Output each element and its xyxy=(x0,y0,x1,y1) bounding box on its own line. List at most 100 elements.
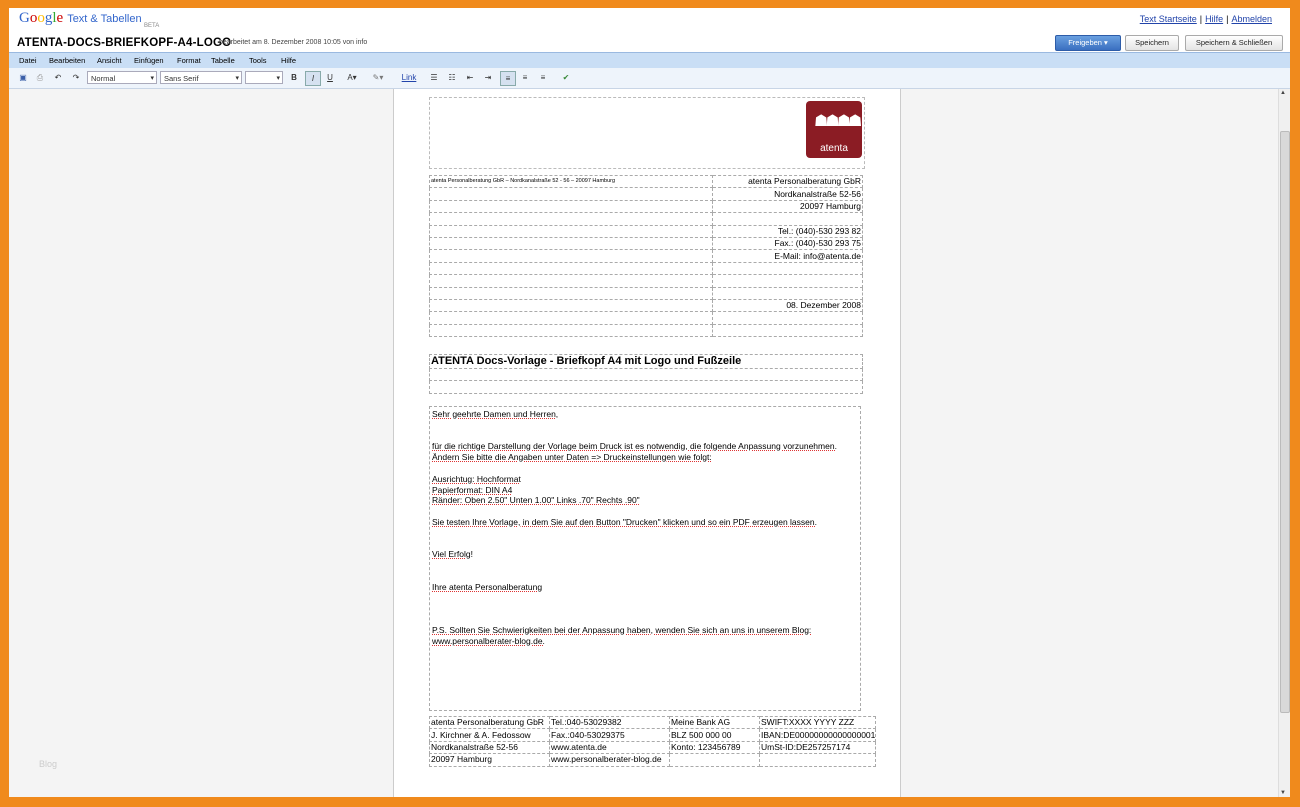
numbered-list-icon[interactable]: ☰ xyxy=(428,71,440,84)
address-left-cell[interactable] xyxy=(429,212,713,226)
scroll-up-icon[interactable]: ▲ xyxy=(1280,90,1286,96)
underline-button[interactable]: U xyxy=(324,71,336,84)
address-right-cell[interactable]: E-Mail: info@atenta.de xyxy=(712,249,863,263)
footer-cell[interactable]: Nordkanalstraße 52-56 xyxy=(429,740,550,755)
footer-cell[interactable]: UmSt-ID:DE257257174 xyxy=(759,740,876,755)
address-right-cell[interactable] xyxy=(712,212,863,226)
address-left-cell[interactable] xyxy=(429,298,713,313)
address-left-cell[interactable] xyxy=(429,323,713,338)
address-left-cell[interactable] xyxy=(429,274,713,288)
redo-icon[interactable]: ↷ xyxy=(70,71,82,84)
vertical-scrollbar[interactable]: ▲ ▼ xyxy=(1278,89,1290,797)
footer-cell[interactable]: Konto: 123456789 xyxy=(669,740,760,755)
address-left-cell[interactable] xyxy=(429,187,713,201)
align-right-icon[interactable]: ≡ xyxy=(537,71,549,84)
italic-button[interactable]: I xyxy=(305,71,321,86)
address-right-cell[interactable]: atenta Personalberatung GbR xyxy=(712,174,863,189)
bold-button[interactable]: B xyxy=(288,71,300,84)
address-right-cell[interactable] xyxy=(712,286,863,300)
align-left-icon[interactable]: ≡ xyxy=(500,71,516,86)
letter-body[interactable]: Sehr geehrte Damen und Herren, für die r… xyxy=(429,406,861,711)
indent-icon[interactable]: ⇥ xyxy=(482,71,494,84)
print-icon[interactable]: ⎙ xyxy=(34,71,46,84)
footer-cell[interactable]: J. Kirchner & A. Fedossow xyxy=(429,728,550,742)
logout-link[interactable]: Abmelden xyxy=(1231,14,1272,24)
undo-icon[interactable]: ↶ xyxy=(52,71,64,84)
table-row[interactable]: atenta Personalberatung GbR Tel.:040-5302… xyxy=(429,715,876,730)
address-left-cell[interactable] xyxy=(429,286,713,300)
table-row[interactable]: Fax.: (040)-530 293 75 xyxy=(429,236,863,251)
home-link[interactable]: Text Startseite xyxy=(1140,14,1197,24)
menu-tools[interactable]: Tools xyxy=(249,56,267,65)
table-row[interactable] xyxy=(429,261,863,276)
table-row[interactable]: Nordkanalstraße 52-56 xyxy=(429,187,863,201)
table-row[interactable]: J. Kirchner & A. Fedossow Fax.:040-530293… xyxy=(429,728,876,742)
address-right-cell[interactable]: Tel.: (040)-530 293 82 xyxy=(712,224,863,238)
address-right-cell[interactable]: Fax.: (040)-530 293 75 xyxy=(712,236,863,251)
scrollbar-thumb[interactable] xyxy=(1280,131,1290,713)
menu-help[interactable]: Hilfe xyxy=(281,56,296,65)
menu-edit[interactable]: Bearbeiten xyxy=(49,56,85,65)
address-left-cell[interactable] xyxy=(429,199,713,214)
text-color-icon[interactable]: A▾ xyxy=(342,71,362,84)
table-row[interactable] xyxy=(429,380,863,394)
address-left-cell[interactable] xyxy=(429,236,713,251)
footer-cell[interactable]: www.personalberater-blog.de xyxy=(549,753,670,767)
table-row[interactable] xyxy=(429,323,863,338)
bullet-list-icon[interactable]: ☷ xyxy=(446,71,458,84)
table-row[interactable]: 20097 Hamburg xyxy=(429,199,863,214)
table-row[interactable] xyxy=(429,286,863,300)
footer-cell[interactable]: Meine Bank AG xyxy=(669,715,760,730)
link-button[interactable]: Link xyxy=(399,71,419,84)
address-left-cell[interactable] xyxy=(429,261,713,276)
size-select[interactable] xyxy=(245,71,283,85)
style-select[interactable]: Normal xyxy=(87,71,157,85)
save-icon[interactable]: ▣ xyxy=(17,71,29,84)
menu-format[interactable]: Format xyxy=(177,56,201,65)
address-right-cell[interactable] xyxy=(712,323,863,338)
footer-cell[interactable]: SWIFT:XXXX YYYY ZZZ xyxy=(759,715,876,730)
table-row[interactable]: E-Mail: info@atenta.de xyxy=(429,249,863,263)
address-right-cell[interactable] xyxy=(712,274,863,288)
address-right-cell[interactable] xyxy=(712,261,863,276)
doc-title[interactable]: ATENTA-DOCS-BRIEFKOPF-A4-LOGO xyxy=(17,37,231,49)
menu-insert[interactable]: Einfügen xyxy=(134,56,164,65)
share-button[interactable]: Freigeben ▾ xyxy=(1055,35,1121,51)
table-row[interactable]: atenta Personalberatung GbR – Nordkanals… xyxy=(429,174,863,189)
font-select[interactable]: Sans Serif xyxy=(160,71,242,85)
table-row[interactable]: 08. Dezember 2008 xyxy=(429,298,863,313)
address-left-cell[interactable]: atenta Personalberatung GbR – Nordkanals… xyxy=(429,174,713,189)
document-page[interactable]: ☗☗☗☗ atenta atenta Personalberatung GbR … xyxy=(393,89,901,797)
table-row[interactable] xyxy=(429,274,863,288)
table-row[interactable]: 20097 Hamburg www.personalberater-blog.de xyxy=(429,753,876,767)
save-close-button[interactable]: Speichern & Schließen xyxy=(1185,35,1283,51)
menu-table[interactable]: Tabelle xyxy=(211,56,235,65)
address-right-cell[interactable] xyxy=(712,311,863,325)
doc-heading[interactable]: ATENTA Docs-Vorlage - Briefkopf A4 mit L… xyxy=(429,354,863,369)
footer-cell[interactable] xyxy=(669,753,760,767)
save-button[interactable]: Speichern xyxy=(1125,35,1179,51)
menu-file[interactable]: Datei xyxy=(19,56,37,65)
footer-cell[interactable]: Fax.:040-53029375 xyxy=(549,728,670,742)
scroll-down-icon[interactable]: ▼ xyxy=(1280,790,1286,796)
spellcheck-icon[interactable]: ✔ xyxy=(560,71,572,84)
menu-view[interactable]: Ansicht xyxy=(97,56,122,65)
address-left-cell[interactable] xyxy=(429,224,713,238)
footer-cell[interactable]: BLZ 500 000 00 xyxy=(669,728,760,742)
address-left-cell[interactable] xyxy=(429,249,713,263)
address-left-cell[interactable] xyxy=(429,311,713,325)
footer-cell[interactable]: www.atenta.de xyxy=(549,740,670,755)
table-row[interactable] xyxy=(429,367,863,382)
footer-cell[interactable] xyxy=(759,753,876,767)
table-row[interactable]: Tel.: (040)-530 293 82 xyxy=(429,224,863,238)
footer-cell[interactable]: 20097 Hamburg xyxy=(429,753,550,767)
table-row[interactable] xyxy=(429,212,863,226)
align-center-icon[interactable]: ≡ xyxy=(519,71,531,84)
table-row[interactable]: Nordkanalstraße 52-56 www.atenta.de Konto:… xyxy=(429,740,876,755)
outdent-icon[interactable]: ⇤ xyxy=(464,71,476,84)
footer-cell[interactable]: atenta Personalberatung GbR xyxy=(429,715,550,730)
footer-cell[interactable]: Tel.:040-53029382 xyxy=(549,715,670,730)
address-right-cell[interactable]: 08. Dezember 2008 xyxy=(712,298,863,313)
google-logo[interactable]: Google Text & Tabellen xyxy=(19,10,142,27)
table-row[interactable] xyxy=(429,311,863,325)
